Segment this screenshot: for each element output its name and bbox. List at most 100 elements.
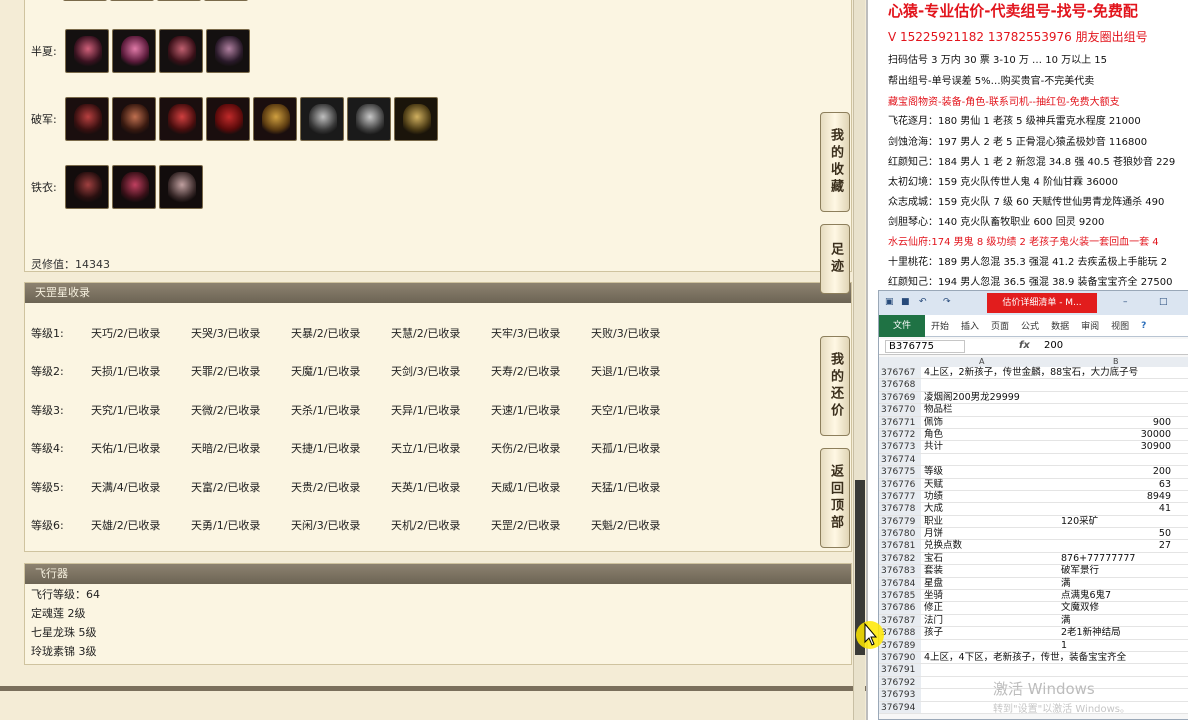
cell-a[interactable]: 角色 [924,429,943,441]
equip-slot[interactable] [206,29,250,73]
fx-icon[interactable]: fx [1019,340,1030,351]
cell-a[interactable]: 凌烟阁200男龙29999 [924,392,1020,404]
equip-slot[interactable] [65,165,109,209]
equip-slot[interactable] [65,97,109,141]
equip-slot[interactable] [110,0,154,1]
row-number[interactable]: 376789 [879,639,921,651]
undo-icon[interactable]: ↶ [919,297,929,307]
formula-input[interactable]: 200 [1044,340,1063,351]
row-number[interactable]: 376786 [879,602,921,614]
cell-a[interactable]: 佩饰 [924,417,943,429]
table-row[interactable]: 376769 凌烟阁200男龙29999 [879,391,1188,405]
cell-b[interactable]: 30000 [1061,429,1173,441]
row-number[interactable]: 376780 [879,528,921,540]
equip-slot[interactable] [300,97,344,141]
cell-a[interactable]: 4上区，2新孩子，传世金麟，88宝石，大力底子号 [924,367,1138,379]
equip-slot[interactable] [159,29,203,73]
equip-slot[interactable] [206,97,250,141]
name-box[interactable]: B376775 [885,340,965,353]
equip-slot[interactable] [112,97,156,141]
cell-b[interactable]: 满 [1061,615,1173,627]
table-row[interactable]: 376773 共计 30900 [879,441,1188,454]
cell-a[interactable]: 功绩 [924,491,943,503]
table-row[interactable]: 376791 [879,664,1188,677]
table-row[interactable]: 376774 [879,453,1188,467]
table-row[interactable]: 376780 月饼 50 [879,528,1188,541]
row-number[interactable]: 376775 [879,466,921,478]
cell-a[interactable]: 4上区，4下区，老新孩子，传世，装备宝宝齐全 [924,652,1126,664]
row-number[interactable]: 376788 [879,627,921,639]
table-row[interactable]: 376776 天赋 63 [879,478,1188,491]
page-scrollbar[interactable] [853,0,865,720]
table-row[interactable]: 376782 宝石 876+77777777 [879,552,1188,566]
row-number[interactable]: 376783 [879,565,921,577]
cell-a[interactable]: 职业 [924,516,943,528]
table-row[interactable]: 376778 大成 41 [879,503,1188,516]
row-number[interactable]: 376793 [879,689,921,701]
table-row[interactable]: 376781 兑换点数 27 [879,540,1188,553]
row-number[interactable]: 376779 [879,515,921,528]
table-row[interactable]: 376770 物品栏 [879,404,1188,417]
cell-a[interactable]: 月饼 [924,528,943,540]
row-number[interactable]: 376767 [879,367,921,379]
cell-b[interactable]: 8949 [1061,491,1173,503]
row-number[interactable]: 376771 [879,416,921,428]
table-row[interactable]: 376785 坐骑 点满鬼6鬼7 [879,590,1188,603]
table-row[interactable]: 376783 套装 破军景行 [879,565,1188,578]
cell-a[interactable]: 兑换点数 [924,540,962,552]
ribbon-tab[interactable]: 开始 [925,319,955,332]
cell-a[interactable]: 坐骑 [924,590,943,602]
row-number[interactable]: 376776 [879,478,921,490]
cell-b[interactable]: 50 [1061,528,1173,540]
row-number[interactable]: 376773 [879,441,921,453]
row-number[interactable]: 376770 [879,404,921,416]
table-row[interactable]: 376787 法门 满 [879,614,1188,628]
equip-slot[interactable] [253,97,297,141]
row-number[interactable]: 376790 [879,651,921,664]
equip-slot[interactable] [112,165,156,209]
cell-b[interactable]: 2老1新神结局 [1061,627,1173,639]
maximize-icon[interactable]: □ [1159,297,1169,307]
cell-b[interactable]: 120采矿 [1061,516,1173,528]
cell-b[interactable]: 30900 [1061,441,1173,453]
cell-b[interactable]: 876+77777777 [1061,553,1173,565]
cell-b[interactable]: 900 [1061,417,1173,429]
ribbon-tab[interactable]: 页面 [985,319,1015,332]
cell-a[interactable]: 天赋 [924,479,943,491]
cell-a[interactable]: 修正 [924,602,943,614]
row-number[interactable]: 376787 [879,614,921,627]
equip-slot[interactable] [157,0,201,1]
column-a-header[interactable]: A [979,357,984,366]
footprint-button[interactable]: 足迹 [820,224,850,294]
row-number[interactable]: 376784 [879,577,921,590]
cell-a[interactable]: 套装 [924,565,943,577]
cell-b[interactable]: 63 [1061,479,1173,491]
row-number[interactable]: 376781 [879,540,921,552]
cell-b[interactable]: 破军景行 [1061,565,1173,577]
back-to-top-button[interactable]: 返回顶部 [820,448,850,548]
row-number[interactable]: 376794 [879,701,921,713]
cell-a[interactable]: 物品栏 [924,404,953,416]
my-favorites-button[interactable]: 我的收藏 [820,112,850,212]
equip-slot[interactable] [112,29,156,73]
row-number[interactable]: 376785 [879,590,921,602]
equip-slot[interactable] [394,97,438,141]
table-row[interactable]: 376784 星盘 满 [879,577,1188,591]
cell-b[interactable]: 41 [1061,503,1173,515]
table-row[interactable]: 376790 4上区，4下区，老新孩子，传世，装备宝宝齐全 [879,651,1188,665]
my-offers-button[interactable]: 我的还价 [820,336,850,436]
save-icon[interactable]: ■ [901,297,911,307]
cell-a[interactable]: 等级 [924,466,943,478]
ribbon-tab[interactable]: 插入 [955,319,985,332]
cell-a[interactable]: 孩子 [924,627,943,639]
table-row[interactable]: 376772 角色 30000 [879,428,1188,442]
cell-b[interactable]: 满 [1061,578,1173,590]
cell-b[interactable]: 27 [1061,540,1173,552]
table-row[interactable]: 376779 职业 120采矿 [879,515,1188,529]
cell-a[interactable]: 法门 [924,615,943,627]
equip-slot[interactable] [65,29,109,73]
excel-app-icon[interactable]: ▣ [885,297,895,307]
cell-a[interactable]: 大成 [924,503,943,515]
equip-slot[interactable] [159,97,203,141]
cell-b[interactable]: 点满鬼6鬼7 [1061,590,1173,602]
